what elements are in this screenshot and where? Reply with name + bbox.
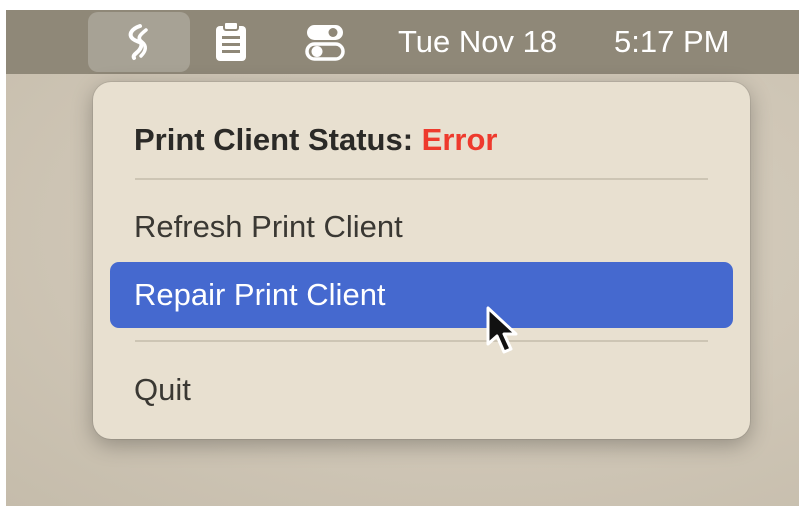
menu-separator bbox=[135, 178, 708, 180]
menubar-clock-date[interactable]: Tue Nov 18 bbox=[398, 10, 557, 74]
arrow-pointer-icon bbox=[486, 306, 518, 354]
print-client-menubar-button[interactable] bbox=[88, 12, 190, 72]
menubar-clock-time[interactable]: 5:17 PM bbox=[614, 10, 729, 74]
repair-print-client-menu-item[interactable]: Repair Print Client bbox=[110, 262, 733, 328]
status-label: Print Client Status: bbox=[134, 122, 414, 157]
control-center-menubar-button[interactable] bbox=[298, 10, 352, 74]
desktop: Tue Nov 18 5:17 PM Print Client Status: … bbox=[6, 10, 799, 506]
print-client-status-header: Print Client Status: Error bbox=[134, 120, 497, 160]
menu-bar: Tue Nov 18 5:17 PM bbox=[6, 10, 799, 74]
menu-separator bbox=[135, 340, 708, 342]
clipboard-menubar-button[interactable] bbox=[206, 10, 256, 74]
print-client-scribble-icon bbox=[128, 24, 148, 60]
quit-menu-item[interactable]: Quit bbox=[134, 357, 191, 423]
status-value-error: Error bbox=[421, 122, 498, 157]
control-center-toggle-icon bbox=[305, 25, 345, 61]
print-client-dropdown-menu: Print Client Status: Error Refresh Print… bbox=[93, 82, 750, 439]
refresh-print-client-menu-item[interactable]: Refresh Print Client bbox=[134, 194, 403, 260]
clipboard-icon bbox=[216, 21, 246, 61]
